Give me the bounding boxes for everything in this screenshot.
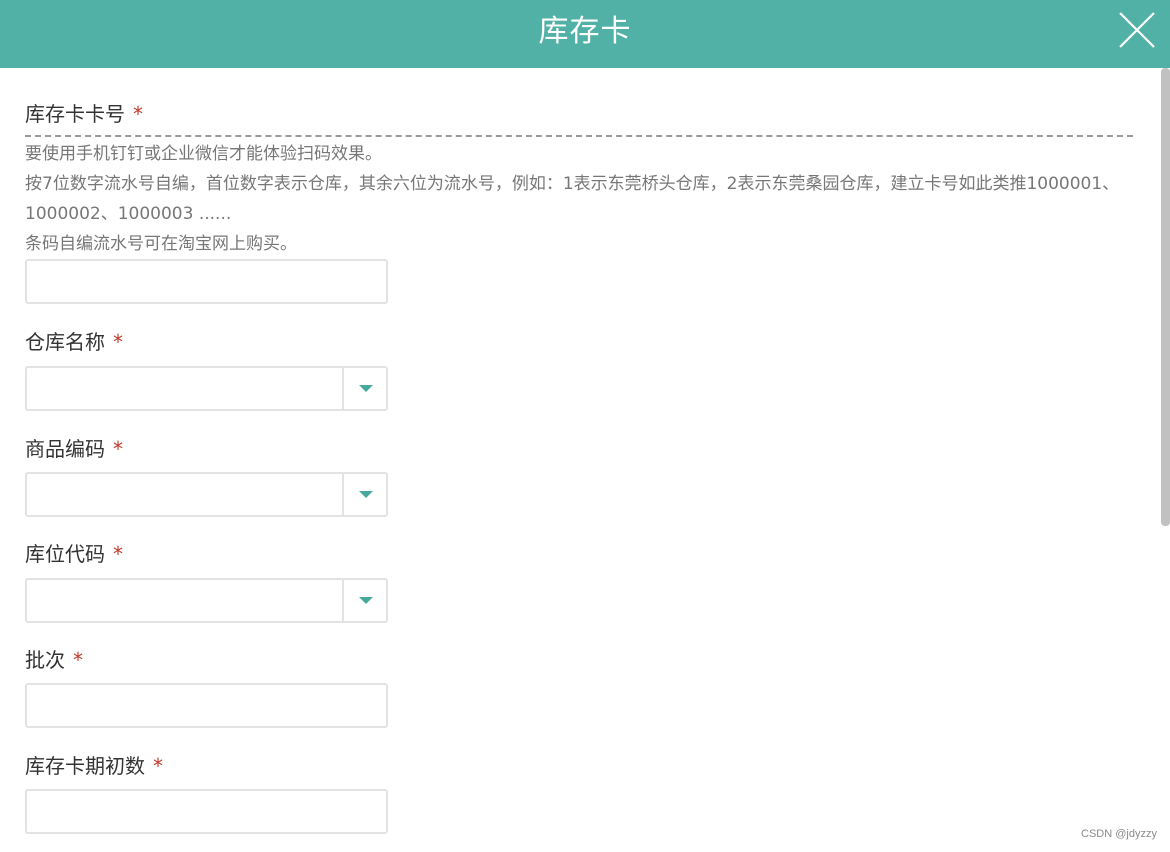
required-mark: * (73, 648, 83, 672)
required-mark: * (133, 102, 143, 126)
location-code-select[interactable] (25, 578, 388, 623)
card-number-help-line-1: 要使用手机钉钉或企业微信才能体验扫码效果。 (25, 144, 382, 164)
initial-qty-label-text: 库存卡期初数 (25, 754, 145, 778)
product-code-select[interactable] (25, 472, 388, 517)
scrollbar-thumb[interactable] (1161, 68, 1170, 526)
warehouse-name-dropdown-button[interactable] (342, 368, 386, 409)
batch-label-text: 批次 (25, 648, 65, 672)
warehouse-name-select[interactable] (25, 366, 388, 411)
required-mark: * (153, 754, 163, 778)
card-number-input[interactable] (25, 259, 388, 304)
card-number-label: 库存卡卡号 * (25, 100, 143, 128)
card-number-label-text: 库存卡卡号 (25, 102, 125, 126)
warehouse-name-label: 仓库名称 * (25, 328, 123, 356)
initial-qty-input[interactable] (25, 789, 388, 834)
location-code-dropdown-button[interactable] (342, 580, 386, 621)
dialog-title: 库存卡 (538, 14, 632, 49)
caret-down-icon (359, 491, 373, 498)
required-mark: * (113, 330, 123, 354)
caret-down-icon (359, 597, 373, 604)
close-icon (1119, 12, 1155, 48)
caret-down-icon (359, 385, 373, 392)
initial-qty-label: 库存卡期初数 * (25, 752, 163, 780)
card-number-help-line-3: 条码自编流水号可在淘宝网上购买。 (25, 234, 297, 254)
location-code-label-text: 库位代码 (25, 542, 105, 566)
card-number-help-line-2: 按7位数字流水号自编，首位数字表示仓库，其余六位为流水号，例如：1表示东莞桥头仓… (25, 174, 1120, 224)
required-mark: * (113, 542, 123, 566)
required-mark: * (113, 437, 123, 461)
dashed-divider (25, 135, 1133, 137)
batch-label: 批次 * (25, 646, 83, 674)
form-body: 库存卡卡号 * 要使用手机钉钉或企业微信才能体验扫码效果。 按7位数字流水号自编，… (25, 68, 1135, 852)
product-code-dropdown-button[interactable] (342, 474, 386, 515)
location-code-label: 库位代码 * (25, 540, 123, 568)
warehouse-name-label-text: 仓库名称 (25, 330, 105, 354)
product-code-label-text: 商品编码 (25, 437, 105, 461)
dialog-header: 库存卡 (0, 0, 1170, 68)
product-code-label: 商品编码 * (25, 435, 123, 463)
close-button[interactable] (1115, 8, 1159, 52)
batch-input[interactable] (25, 683, 388, 728)
watermark: CSDN @jdyzzy (1081, 828, 1157, 840)
